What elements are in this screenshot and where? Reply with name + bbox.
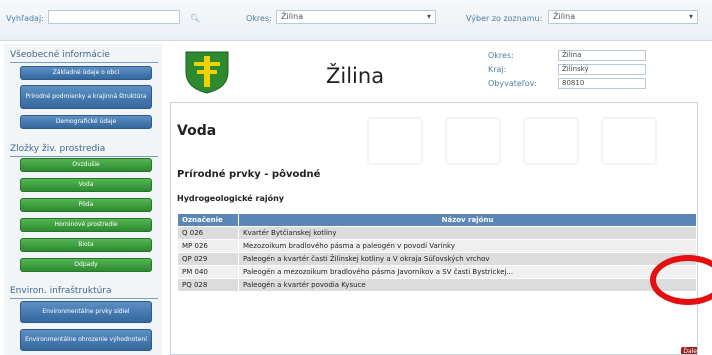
info-value-kraj: Žilinský xyxy=(558,64,646,75)
vyber-select[interactable]: Žilina ▾ xyxy=(548,10,698,24)
search-label: Vyhľadaj: xyxy=(6,14,44,23)
sidebar-item-ovzdusie[interactable]: Ovzdušie xyxy=(20,158,152,172)
sidebar-item-environmentalne-prvky[interactable]: Environmentálne prvky sídiel xyxy=(20,301,152,323)
more-button[interactable]: Ďalej xyxy=(681,347,697,354)
hydro-rajony-table: Označenie Názov rajónu Q 026 Kvartér Byt… xyxy=(177,213,697,292)
sidebar-item-biota[interactable]: Biota xyxy=(20,238,152,252)
table-row[interactable]: PQ 028 Paleogén a kvartér povodia Kysuce xyxy=(177,278,697,292)
info-label-kraj: Kraj: xyxy=(488,65,507,74)
sidebar-item-zakladne-udaje[interactable]: Základné údaje o obci xyxy=(20,66,152,80)
sidebar-item-odpady[interactable]: Odpady xyxy=(20,258,152,272)
section-divider xyxy=(10,298,158,299)
sidebar-item-horninove-prostredie[interactable]: Horninové prostredie xyxy=(20,218,152,232)
sidebar-item-poda[interactable]: Pôda xyxy=(20,198,152,212)
sidebar-item-voda[interactable]: Voda xyxy=(20,178,152,192)
table-cell-name: Paleogén a kvartér časti Žilinskej kotli… xyxy=(238,252,697,266)
search-bar: Vyhľadaj: 🔍︎ Okres: Žilina ▾ Výber zo zo… xyxy=(0,0,712,41)
sidebar-section-title: Zložky živ. prostredia xyxy=(10,144,106,154)
table-row[interactable]: QP 029 Paleogén a kvartér časti Žilinske… xyxy=(177,252,697,266)
section-divider xyxy=(10,156,158,157)
sidebar-item-environmentalne-ohrozenie[interactable]: Environmentálne ohrozenie výhodnotení xyxy=(20,329,152,351)
table-cell-code: PM 040 xyxy=(177,265,239,279)
okres-label: Okres: xyxy=(246,14,272,23)
content-panel: Voda Prírodné prvky - pôvodné Hydrogeolo… xyxy=(170,102,698,355)
chevron-down-icon: ▾ xyxy=(688,12,693,21)
section-heading: Prírodné prvky - pôvodné xyxy=(177,169,321,180)
table-row[interactable]: MP 026 Mezozoikum bradlového pásma a pal… xyxy=(177,239,697,253)
info-value-obyvatelov: 80810 xyxy=(558,78,646,89)
sidebar: Všeobecné informácie Základné údaje o ob… xyxy=(4,44,162,355)
okres-select[interactable]: Žilina ▾ xyxy=(276,10,436,24)
info-label-okres: Okres: xyxy=(488,51,514,60)
table-cell-name: Paleogén a kvartér povodia Kysuce xyxy=(238,278,697,292)
table-cell-name: Kvartér Bytčianskej kotliny xyxy=(238,226,697,240)
background-watermark xyxy=(523,117,579,165)
info-label-obyvatelov: Obyvateľov: xyxy=(488,79,537,88)
sidebar-section-title: Environ. infraštruktúra xyxy=(10,286,112,296)
background-watermark xyxy=(601,117,657,165)
table-cell-name: Mezozoikum bradlového pásma a paleogén v… xyxy=(238,239,697,253)
table-header-oznacenie: Označenie xyxy=(177,213,239,227)
table-row[interactable]: Q 026 Kvartér Bytčianskej kotliny xyxy=(177,226,697,240)
table-header-row: Označenie Názov rajónu xyxy=(177,213,697,227)
chevron-down-icon: ▾ xyxy=(426,12,431,21)
table-cell-code: QP 029 xyxy=(177,252,239,266)
table-header-nazov: Názov rajónu xyxy=(238,213,697,227)
table-row[interactable]: PM 040 Paleogén a mezozoikum bradlového … xyxy=(177,265,697,279)
page-title: Voda xyxy=(177,123,217,139)
main-panel: Žilina Okres: Žilina Kraj: Žilinský Obyv… xyxy=(166,44,706,355)
sidebar-section-title: Všeobecné informácie xyxy=(10,50,110,60)
table-cell-code: PQ 028 xyxy=(177,278,239,292)
info-value-okres: Žilina xyxy=(558,50,646,61)
subsection-heading: Hydrogeologické rajóny xyxy=(177,194,284,203)
table-cell-code: Q 026 xyxy=(177,226,239,240)
vyber-select-value: Žilina xyxy=(553,12,576,21)
coat-of-arms-logo xyxy=(185,51,229,94)
background-watermark xyxy=(367,117,423,165)
sidebar-item-demograficke-udaje[interactable]: Demografické údaje xyxy=(20,115,152,129)
background-watermark xyxy=(445,117,501,165)
table-cell-code: MP 026 xyxy=(177,239,239,253)
search-input[interactable] xyxy=(48,10,180,24)
town-name: Žilina xyxy=(326,64,385,88)
section-divider xyxy=(10,62,158,63)
search-icon[interactable]: 🔍︎ xyxy=(190,14,200,23)
table-cell-name: Paleogén a mezozoikum bradlového pásma J… xyxy=(238,265,697,279)
okres-select-value: Žilina xyxy=(281,12,304,21)
vyber-label: Výber zo zoznamu: xyxy=(466,14,543,23)
sidebar-item-prirodne-podmienky[interactable]: Prírodné podmienky a krajinná štruktúra xyxy=(20,85,152,109)
